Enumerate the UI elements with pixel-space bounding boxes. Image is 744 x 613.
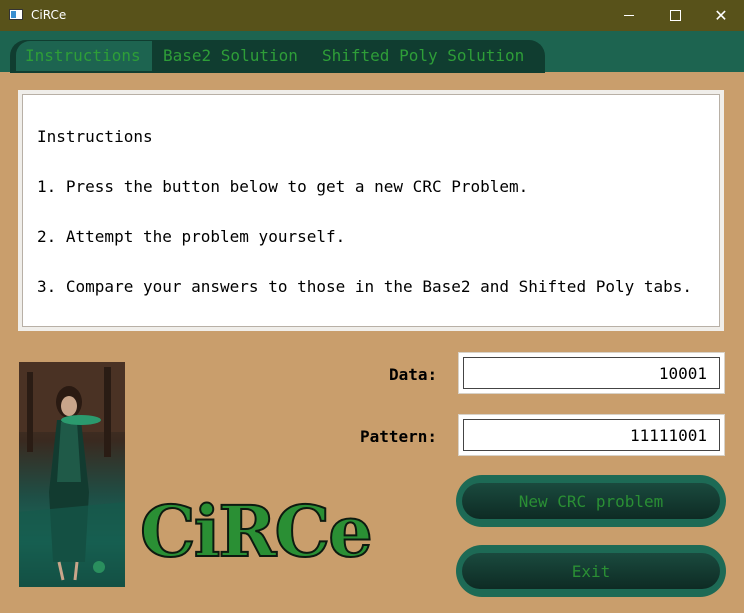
circe-logo: CiRCe: [139, 489, 374, 574]
minimize-icon: [624, 15, 634, 16]
tab-base2-solution[interactable]: Base2 Solution: [163, 41, 298, 71]
data-label: Data:: [389, 365, 438, 384]
new-crc-problem-button[interactable]: New CRC problem: [456, 475, 726, 527]
close-button[interactable]: ✕: [698, 0, 744, 31]
window-title: CiRCe: [31, 8, 67, 22]
instruction-step-2: 2. Attempt the problem yourself.: [37, 227, 346, 246]
maximize-button[interactable]: [652, 0, 698, 31]
app-icon: [9, 9, 23, 20]
minimize-button[interactable]: [606, 0, 652, 31]
portrait-figure: [19, 362, 125, 587]
new-crc-problem-label: New CRC problem: [462, 483, 720, 519]
close-icon: ✕: [714, 5, 728, 25]
data-field[interactable]: [458, 352, 725, 394]
tab-shifted-poly-solution[interactable]: Shifted Poly Solution: [322, 41, 524, 71]
portrait-image: [19, 362, 125, 587]
pattern-input[interactable]: [464, 420, 719, 450]
data-input[interactable]: [464, 358, 719, 388]
exit-label: Exit: [462, 553, 720, 589]
instruction-step-1: 1. Press the button below to get a new C…: [37, 177, 529, 196]
title-bar: CiRCe ✕: [0, 0, 744, 31]
tab-instructions[interactable]: Instructions: [16, 41, 152, 71]
exit-button[interactable]: Exit: [456, 545, 726, 597]
instructions-panel: Instructions 1. Press the button below t…: [18, 90, 724, 331]
maximize-icon: [669, 10, 681, 21]
instructions-heading: Instructions: [37, 127, 153, 146]
instructions-text-area[interactable]: Instructions 1. Press the button below t…: [22, 94, 720, 327]
pattern-label: Pattern:: [360, 427, 438, 446]
pattern-field[interactable]: [458, 414, 725, 456]
instruction-step-3: 3. Compare your answers to those in the …: [37, 277, 693, 296]
